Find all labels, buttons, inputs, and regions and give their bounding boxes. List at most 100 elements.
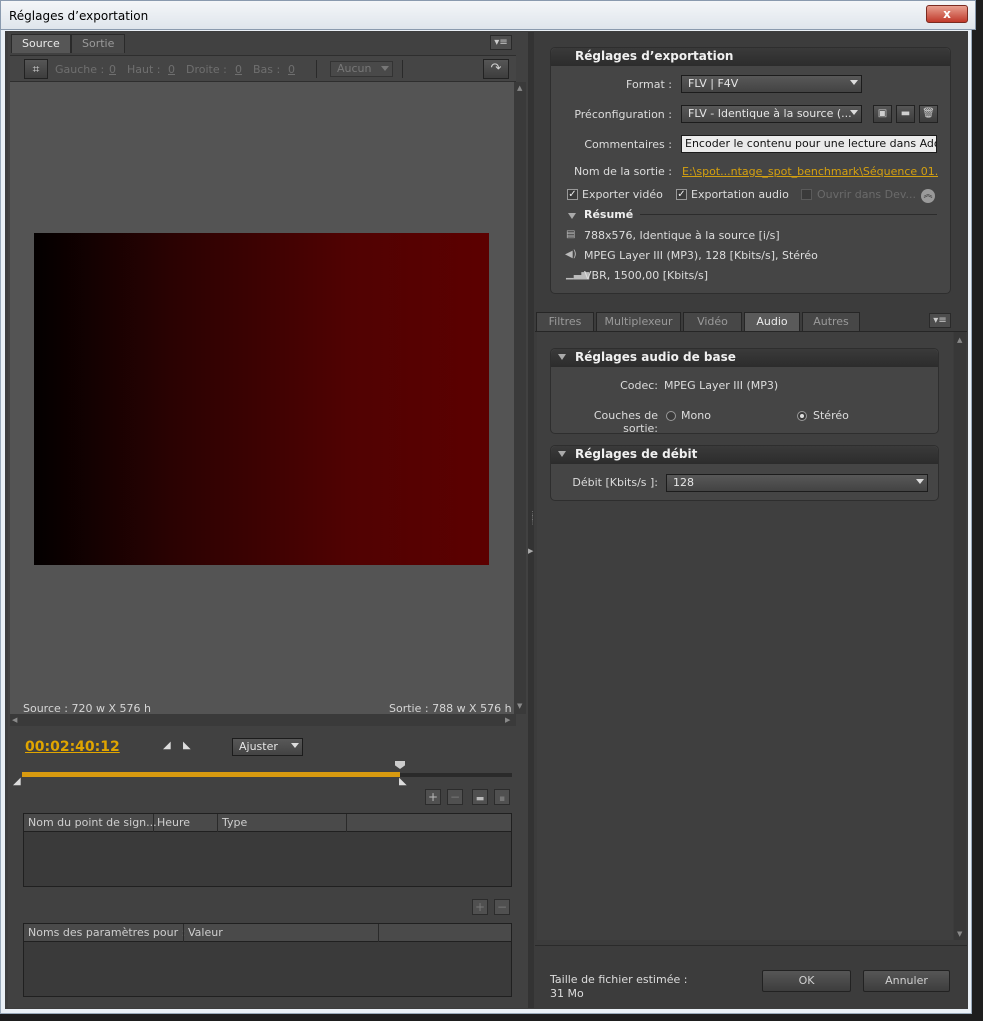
bitrate-dropdown[interactable]: 128	[666, 474, 928, 492]
scroll-down-icon[interactable]: ▼	[517, 702, 522, 710]
export-video-checkbox[interactable]: ✓	[567, 189, 578, 200]
preview-vertical-scrollbar[interactable]: ▲ ▼	[514, 82, 526, 714]
settings-scrollbar[interactable]: ▲ ▼	[954, 332, 966, 940]
filesize-label: Taille de fichier estimée :	[550, 973, 688, 986]
chevron-down-icon	[916, 479, 924, 484]
close-icon: x	[943, 7, 951, 21]
panel-menu-icon[interactable]: ▾≡	[490, 35, 512, 50]
scroll-down-icon[interactable]: ▼	[957, 930, 962, 938]
tab-menu-icon[interactable]: ▾≡	[929, 313, 951, 328]
mono-radio[interactable]	[666, 411, 676, 421]
ok-button[interactable]: OK	[762, 970, 851, 992]
set-in-point-icon[interactable]: ◢	[163, 740, 171, 751]
fit-dropdown[interactable]: Ajuster	[232, 738, 303, 756]
cue-point-table-header: Nom du point de sign... Heure Type	[24, 814, 511, 832]
tab-autres[interactable]: Autres	[802, 312, 860, 331]
filesize-value: 31 Mo	[550, 987, 584, 1000]
timeline-work-area	[22, 772, 400, 777]
in-point-marker-icon[interactable]: ◢	[13, 776, 21, 787]
import-cue-points-button[interactable]: ▬	[472, 789, 488, 805]
minus-icon: −	[496, 900, 508, 914]
bitrate-collapse-icon[interactable]	[558, 451, 566, 457]
basic-audio-title: Réglages audio de base	[551, 349, 938, 367]
cue-point-table: Nom du point de sign... Heure Type	[23, 813, 512, 887]
crop-ratio-value: Aucun	[337, 62, 372, 75]
bitrate-label: Débit [Kbits/s ]:	[572, 476, 658, 489]
tab-audio[interactable]: Audio	[744, 312, 800, 331]
close-button[interactable]: x	[926, 5, 968, 23]
format-dropdown[interactable]: FLV | F4V	[681, 75, 862, 93]
col-separator	[346, 814, 347, 832]
col-param-name[interactable]: Noms des paramètres pour :	[28, 926, 185, 939]
tab-source[interactable]: Source	[11, 34, 71, 53]
basic-audio-collapse-icon[interactable]	[558, 354, 566, 360]
col-cue-name[interactable]: Nom du point de sign...	[28, 816, 157, 829]
tab-filtres[interactable]: Filtres	[536, 312, 594, 331]
add-cue-point-button[interactable]: +	[425, 789, 441, 805]
crop-button[interactable]: ⌗	[24, 59, 48, 79]
tab-multiplexeur[interactable]: Multiplexeur	[596, 312, 681, 331]
tab-sortie[interactable]: Sortie	[71, 34, 126, 53]
rotate-button[interactable]: ↷	[483, 59, 509, 79]
set-out-point-icon[interactable]: ◣	[183, 740, 191, 751]
footer-divider	[535, 945, 967, 946]
stereo-radio[interactable]	[797, 411, 807, 421]
output-name-link[interactable]: E:\spot...ntage_spot_benchmark\Séquence …	[682, 165, 938, 178]
output-name-label: Nom de la sortie :	[573, 165, 672, 178]
export-video-label: Exporter vidéo	[582, 188, 663, 201]
crop-ratio-dropdown[interactable]: Aucun	[330, 61, 393, 77]
out-point-marker-icon[interactable]: ◣	[399, 776, 407, 787]
col-param-value[interactable]: Valeur	[188, 926, 223, 939]
summary-video-line: 788x576, Identique à la source [i/s]	[584, 229, 780, 242]
preset-dropdown[interactable]: FLV - Identique à la source (...	[681, 105, 862, 123]
crop-right-value[interactable]: 0	[235, 63, 242, 76]
scroll-right-icon[interactable]: ▶	[505, 716, 510, 724]
plus-icon: +	[427, 790, 439, 804]
tab-video[interactable]: Vidéo	[683, 312, 742, 331]
scroll-up-icon[interactable]: ▲	[517, 84, 522, 92]
scroll-up-icon[interactable]: ▲	[957, 336, 962, 344]
delete-preset-button[interactable]: 🗑	[919, 105, 938, 123]
rotate-icon: ↷	[490, 61, 502, 76]
collapse-up-icon[interactable]: ︽	[921, 189, 935, 203]
crop-left-value[interactable]: 0	[109, 63, 116, 76]
col-separator	[153, 814, 154, 832]
chevron-down-icon	[291, 743, 299, 748]
col-time[interactable]: Heure	[157, 816, 190, 829]
crop-top-value[interactable]: 0	[168, 63, 175, 76]
parameter-table: Noms des paramètres pour : Valeur	[23, 923, 512, 997]
save-cue-points-button[interactable]: ▪	[494, 789, 510, 805]
import-preset-button[interactable]: ▬	[896, 105, 915, 123]
plus-icon: +	[474, 900, 486, 914]
col-separator	[378, 924, 379, 942]
remove-cue-point-button[interactable]: −	[447, 789, 463, 805]
remove-parameter-button[interactable]: −	[494, 899, 510, 915]
film-icon: ▤	[566, 229, 576, 240]
crop-bottom-value[interactable]: 0	[288, 63, 295, 76]
crop-right-label: Droite :	[186, 63, 227, 76]
open-in-device-central-checkbox[interactable]	[801, 189, 812, 200]
comments-field[interactable]: Encoder le contenu pour une lecture dans…	[681, 135, 937, 153]
col-separator	[183, 924, 184, 942]
summary-collapse-icon[interactable]	[568, 213, 576, 219]
preview-horizontal-scrollbar[interactable]: ◀ ▶	[10, 714, 516, 726]
crop-left-label: Gauche :	[55, 63, 105, 76]
crop-bottom-label: Bas :	[253, 63, 281, 76]
stereo-label: Stéréo	[813, 409, 849, 422]
collapse-arrow-icon[interactable]: ▶	[528, 547, 533, 555]
col-type[interactable]: Type	[222, 816, 247, 829]
export-audio-checkbox[interactable]: ✓	[676, 189, 687, 200]
cancel-button[interactable]: Annuler	[863, 970, 950, 992]
minus-icon: −	[449, 790, 461, 804]
add-parameter-button[interactable]: +	[472, 899, 488, 915]
fit-dropdown-value: Ajuster	[239, 740, 278, 753]
video-frame	[34, 233, 489, 565]
scroll-left-icon[interactable]: ◀	[12, 716, 17, 724]
bitrate-group: Réglages de débit	[550, 445, 939, 501]
summary-bitrate-line: VBR, 1500,00 [Kbits/s]	[584, 269, 709, 282]
summary-audio-line: MPEG Layer III (MP3), 128 [Kbits/s], Sté…	[584, 249, 818, 262]
save-icon: ▪	[498, 794, 506, 804]
timecode[interactable]: 00:02:40:12	[25, 739, 120, 755]
save-preset-button[interactable]: ▣	[873, 105, 892, 123]
folder-icon: ▬	[475, 794, 485, 804]
